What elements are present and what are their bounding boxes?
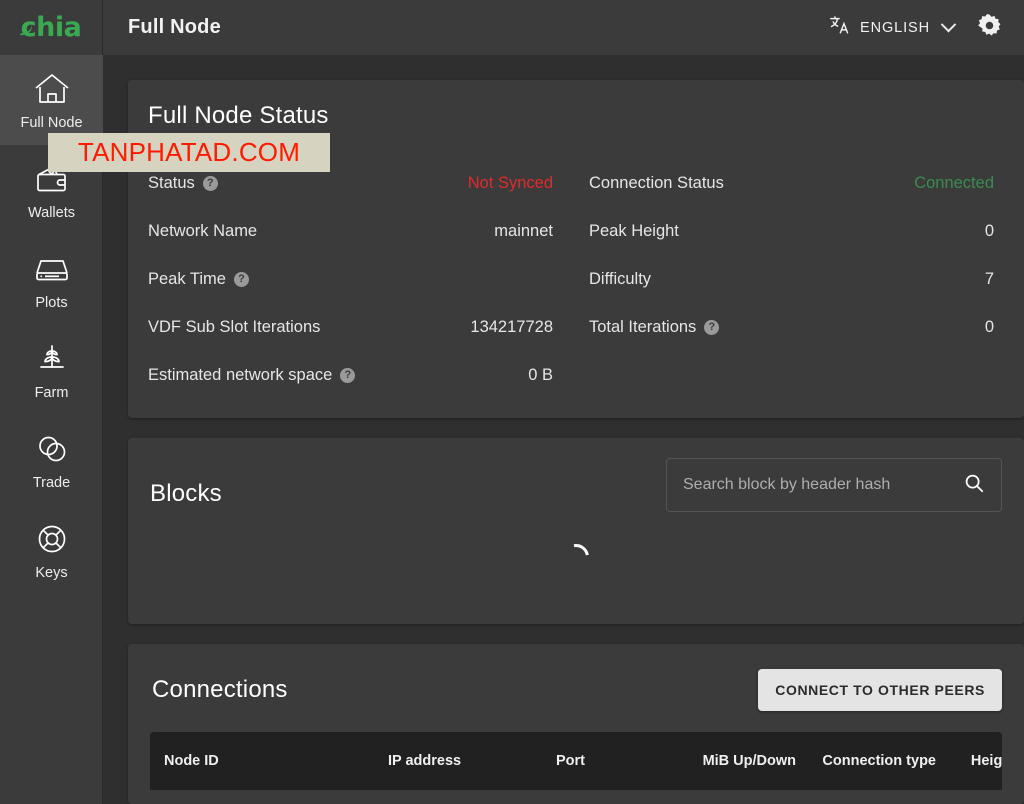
status-row-vdf-sub-slot-iterations: VDF Sub Slot Iterations 134217728 xyxy=(146,318,555,366)
status-value: Not Synced xyxy=(468,174,553,193)
connections-table: Node ID IP address Port MiB Up/Down Conn… xyxy=(150,732,1002,790)
status-label: Total Iterations ? xyxy=(589,318,719,337)
plant-icon xyxy=(31,340,73,378)
sidebar-item-label: Full Node xyxy=(20,115,82,131)
status-value: mainnet xyxy=(494,222,553,241)
status-row-network-name: Network Name mainnet xyxy=(146,222,555,270)
status-row-empty xyxy=(587,366,996,414)
main-content: Full Node Status Status ? Not Synced Con… xyxy=(103,55,1024,804)
status-row-peak-time: Peak Time ? xyxy=(146,270,555,318)
status-row-status: Status ? Not Synced xyxy=(146,174,555,222)
sidebar: Full Node Wallets xyxy=(0,55,103,804)
status-row-peak-height: Peak Height 0 xyxy=(587,222,996,270)
blocks-loading-area xyxy=(128,544,1024,570)
status-grid: Status ? Not Synced Connection Status Co… xyxy=(146,174,996,414)
language-label: ENGLISH xyxy=(860,20,930,36)
status-label: Status ? xyxy=(148,174,218,193)
loading-spinner-icon xyxy=(558,539,594,575)
status-value: 0 B xyxy=(528,366,553,385)
blocks-card-title: Blocks xyxy=(150,480,222,508)
sidebar-item-label: Farm xyxy=(35,385,69,401)
status-value: Connected xyxy=(914,174,994,193)
status-label: VDF Sub Slot Iterations xyxy=(148,318,320,337)
help-icon[interactable]: ? xyxy=(704,320,719,335)
status-label: Peak Time ? xyxy=(148,270,249,289)
column-header-mib-up-down: MiB Up/Down xyxy=(666,753,796,769)
status-value: 0 xyxy=(985,222,994,241)
block-search-box[interactable] xyxy=(666,458,1002,512)
column-header-port: Port xyxy=(556,753,666,769)
translate-icon xyxy=(829,14,851,41)
language-selector[interactable]: ENGLISH xyxy=(819,7,964,48)
status-label: Estimated network space ? xyxy=(148,366,355,385)
chia-logo: chia xyxy=(21,14,82,41)
life-ring-icon xyxy=(31,520,73,558)
status-value: 0 xyxy=(985,318,994,337)
column-header-node-id: Node ID xyxy=(164,753,388,769)
sidebar-item-label: Keys xyxy=(35,565,67,581)
sidebar-item-wallets[interactable]: Wallets xyxy=(0,145,103,235)
settings-button[interactable] xyxy=(968,7,1010,49)
status-value: 7 xyxy=(985,270,994,289)
status-row-total-iterations: Total Iterations ? 0 xyxy=(587,318,996,366)
status-label: Connection Status xyxy=(589,174,724,193)
gear-icon xyxy=(977,13,1002,43)
sidebar-item-trade[interactable]: Trade xyxy=(0,415,103,505)
connections-card: Connections CONNECT TO OTHER PEERS Node … xyxy=(128,644,1024,804)
column-header-connection-type: Connection type xyxy=(796,753,936,769)
column-header-height: Height xyxy=(936,753,1002,769)
connections-header: Connections CONNECT TO OTHER PEERS xyxy=(150,662,1002,718)
status-row-connection-status: Connection Status Connected xyxy=(587,174,996,222)
home-icon xyxy=(31,70,73,108)
page-title: Full Node xyxy=(128,16,221,39)
chevron-down-icon xyxy=(941,17,957,33)
brand-logo-area: chia xyxy=(0,0,103,55)
search-icon[interactable] xyxy=(963,472,985,499)
two-circles-icon xyxy=(31,430,73,468)
sidebar-item-label: Plots xyxy=(35,295,67,311)
status-row-estimated-network-space: Estimated network space ? 0 B xyxy=(146,366,555,414)
help-icon[interactable]: ? xyxy=(203,176,218,191)
wallet-icon xyxy=(31,160,73,198)
chia-full-node-app: chia Full Node ENGLISH xyxy=(0,0,1024,804)
sidebar-item-plots[interactable]: Plots xyxy=(0,235,103,325)
connections-table-header-row: Node ID IP address Port MiB Up/Down Conn… xyxy=(150,732,1002,790)
status-card-title: Full Node Status xyxy=(148,102,996,130)
sidebar-item-farm[interactable]: Farm xyxy=(0,325,103,415)
help-icon[interactable]: ? xyxy=(234,272,249,287)
full-node-status-card: Full Node Status Status ? Not Synced Con… xyxy=(128,80,1024,418)
top-bar-actions: ENGLISH xyxy=(819,7,1024,49)
sidebar-item-keys[interactable]: Keys xyxy=(0,505,103,595)
help-icon[interactable]: ? xyxy=(340,368,355,383)
status-label: Network Name xyxy=(148,222,257,241)
connect-to-other-peers-button[interactable]: CONNECT TO OTHER PEERS xyxy=(758,669,1002,711)
status-value: 134217728 xyxy=(470,318,553,337)
blocks-header: Blocks xyxy=(150,458,1002,512)
hard-drive-icon xyxy=(31,250,73,288)
status-label: Peak Height xyxy=(589,222,679,241)
blocks-card: Blocks xyxy=(128,438,1024,624)
status-row-difficulty: Difficulty 7 xyxy=(587,270,996,318)
sidebar-item-label: Trade xyxy=(33,475,70,491)
top-bar: chia Full Node ENGLISH xyxy=(0,0,1024,55)
column-header-ip-address: IP address xyxy=(388,753,556,769)
sidebar-item-label: Wallets xyxy=(28,205,75,221)
connections-card-title: Connections xyxy=(152,676,288,704)
status-label: Difficulty xyxy=(589,270,651,289)
sidebar-item-full-node[interactable]: Full Node xyxy=(0,55,103,145)
search-input[interactable] xyxy=(683,476,963,494)
